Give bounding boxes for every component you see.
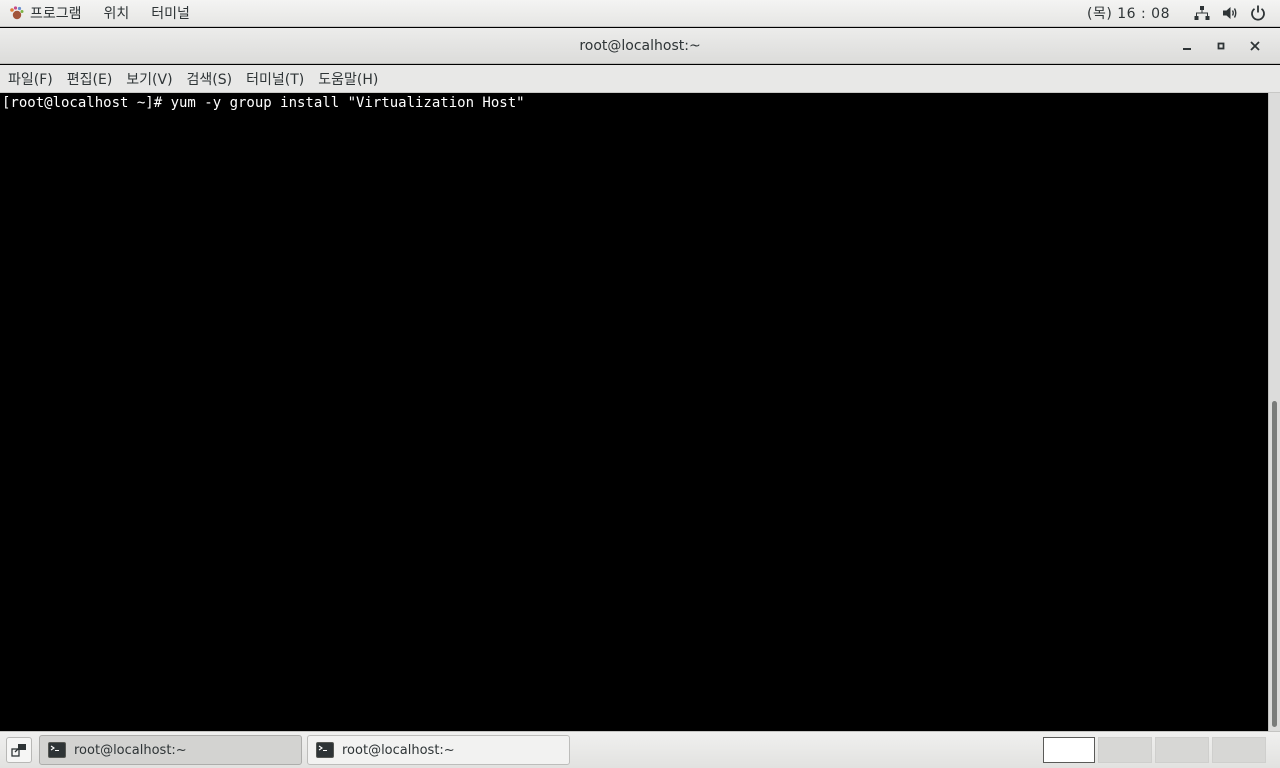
close-button[interactable] <box>1238 28 1272 63</box>
system-tray: (목) 16 : 08 <box>1087 0 1280 26</box>
clock[interactable]: (목) 16 : 08 <box>1087 3 1170 23</box>
menu-view[interactable]: 보기(V) <box>119 65 179 92</box>
maximize-button[interactable] <box>1204 28 1238 63</box>
terminal-app-menu-label: 터미널 <box>151 6 190 22</box>
show-desktop-button[interactable] <box>6 737 32 763</box>
applications-menu-label: 프로그램 <box>30 6 82 22</box>
workspace-4[interactable] <box>1212 737 1266 763</box>
terminal-scrollbar[interactable] <box>1268 93 1280 731</box>
top-menu: 프로그램 위치 터미널 <box>0 0 201 26</box>
taskbar-item-terminal-2[interactable]: root@localhost:~ <box>307 735 570 765</box>
workspace-1[interactable] <box>1043 737 1095 763</box>
terminal-icon <box>316 742 334 758</box>
places-menu[interactable]: 위치 <box>93 0 141 26</box>
menu-edit[interactable]: 편집(E) <box>60 65 120 92</box>
taskbar-item-terminal-1[interactable]: root@localhost:~ <box>39 735 302 765</box>
taskbar-item-label: root@localhost:~ <box>342 742 455 758</box>
volume-icon[interactable] <box>1221 4 1239 22</box>
minimize-button[interactable] <box>1170 28 1204 63</box>
window-title: root@localhost:~ <box>579 37 701 54</box>
top-panel: 프로그램 위치 터미널 (목) 16 : 08 <box>0 0 1280 27</box>
window-controls <box>1170 28 1272 63</box>
network-icon[interactable] <box>1193 4 1211 22</box>
terminal-line: [root@localhost ~]# yum -y group install… <box>2 95 525 111</box>
terminal-app-menu[interactable]: 터미널 <box>140 0 201 26</box>
workspace-switcher <box>1043 737 1266 763</box>
maximize-icon <box>1217 42 1225 49</box>
menu-search[interactable]: 검색(S) <box>180 65 240 92</box>
terminal-icon <box>48 742 66 758</box>
gnome-foot-icon <box>8 5 24 21</box>
power-icon[interactable] <box>1249 4 1267 22</box>
menu-file[interactable]: 파일(F) <box>1 65 60 92</box>
close-icon <box>1250 40 1260 51</box>
terminal-area[interactable]: [root@localhost ~]# yum -y group install… <box>0 93 1268 731</box>
taskbar-item-label: root@localhost:~ <box>74 742 187 758</box>
terminal-menubar: 파일(F) 편집(E) 보기(V) 검색(S) 터미널(T) 도움말(H) <box>0 65 1280 93</box>
show-desktop-icon <box>11 744 26 757</box>
window-titlebar[interactable]: root@localhost:~ <box>0 28 1280 64</box>
bottom-panel: root@localhost:~ root@localhost:~ <box>0 731 1280 768</box>
scrollbar-thumb[interactable] <box>1272 401 1277 727</box>
menu-terminal[interactable]: 터미널(T) <box>239 65 311 92</box>
minimize-icon <box>1183 47 1191 50</box>
menu-help[interactable]: 도움말(H) <box>311 65 385 92</box>
applications-menu[interactable]: 프로그램 <box>0 0 93 26</box>
workspace-2[interactable] <box>1098 737 1152 763</box>
workspace-3[interactable] <box>1155 737 1209 763</box>
places-menu-label: 위치 <box>103 6 130 22</box>
